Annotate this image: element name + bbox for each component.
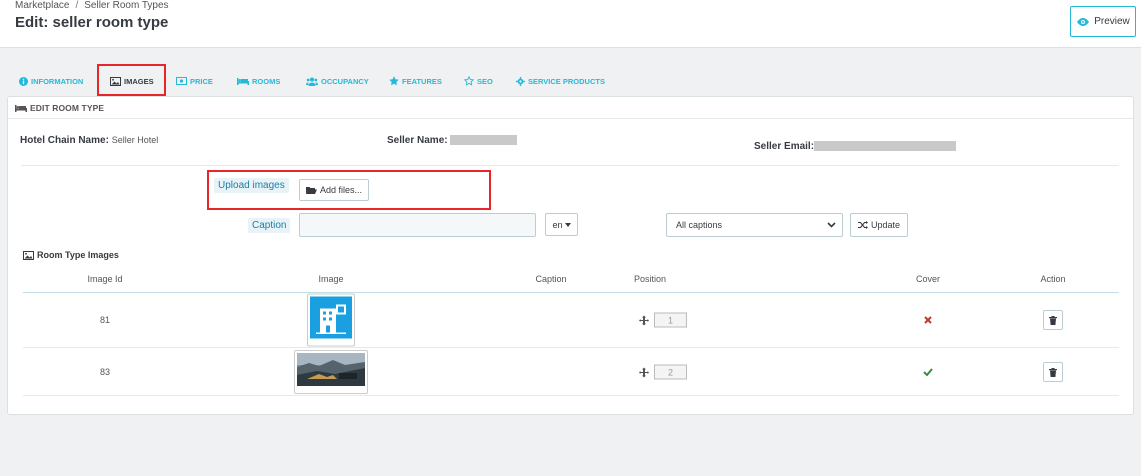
hotel-building-icon (310, 296, 352, 339)
tab-price[interactable]: Price (176, 66, 213, 96)
update-button[interactable]: Update (850, 213, 908, 237)
seller-name-redacted (450, 135, 518, 146)
image-thumbnail[interactable] (307, 293, 355, 347)
column-header-image-id: Image Id (87, 274, 123, 284)
gear-icon (516, 76, 525, 86)
hotel-chain-label: Hotel Chain Name: (20, 135, 109, 146)
eye-icon (1077, 17, 1090, 26)
column-header-cover: Cover (915, 274, 941, 284)
landscape-photo (297, 353, 365, 386)
drag-handle-icon[interactable] (639, 315, 649, 325)
page-header: Marketplace / Seller Room Types Edit: sell… (0, 0, 1141, 48)
position-control: 1 (639, 312, 687, 328)
seller-name-info: Seller Name: (387, 135, 518, 146)
breadcrumb: Marketplace / Seller Room Types (15, 0, 169, 11)
seller-email-info: Seller Email: (754, 141, 957, 152)
divider (23, 292, 1119, 293)
bed-icon (15, 105, 27, 112)
hotel-chain-value: Seller Hotel (111, 135, 159, 145)
image-icon (23, 250, 34, 260)
caret-down-icon (564, 222, 571, 227)
column-header-action: Action (1040, 274, 1066, 284)
captions-select-value: All captions (676, 220, 723, 230)
position-control: 2 (639, 364, 687, 380)
shuffle-icon (857, 221, 868, 229)
chevron-down-icon (827, 222, 836, 228)
tab-information[interactable]: Information (19, 66, 83, 96)
caption-input[interactable] (299, 213, 536, 237)
divider (23, 395, 1119, 396)
divider (23, 347, 1119, 348)
image-thumbnail[interactable] (294, 350, 368, 394)
update-label: Update (870, 220, 901, 230)
tab-service-products[interactable]: Service Products (516, 66, 605, 96)
bed-icon (237, 78, 249, 85)
divider (8, 118, 1133, 119)
trash-icon (1049, 367, 1057, 377)
column-header-image: Image (318, 274, 344, 284)
preview-label: Preview (1094, 16, 1130, 27)
position-input[interactable]: 1 (654, 312, 687, 328)
upload-section-highlight (207, 170, 491, 210)
image-id-cell: 81 (99, 315, 111, 325)
images-tab-highlight (97, 64, 166, 96)
preview-button[interactable]: Preview (1070, 6, 1136, 37)
captions-select[interactable]: All captions (666, 213, 843, 237)
tab-occupancy[interactable]: Occupancy (306, 66, 369, 96)
column-header-position: Position (633, 274, 667, 284)
page-title: Edit: seller room type (15, 14, 169, 31)
seller-email-redacted (814, 141, 957, 152)
seller-email-label: Seller Email: (754, 141, 815, 152)
panel-title: EDIT ROOM TYPE (30, 103, 105, 113)
image-id-cell: 83 (99, 367, 111, 377)
not-cover-x-icon[interactable] (924, 316, 932, 324)
breadcrumb-item-marketplace[interactable]: Marketplace (15, 0, 69, 11)
drag-handle-icon[interactable] (639, 367, 649, 377)
breadcrumb-item-seller-room-types[interactable]: Seller Room Types (84, 0, 168, 11)
seller-name-label: Seller Name: (387, 135, 448, 146)
edit-room-type-panel: EDIT ROOM TYPE Hotel Chain Name: Seller … (7, 96, 1134, 415)
tab-seo[interactable]: SEO (464, 66, 493, 96)
star-icon (389, 76, 399, 86)
tab-features[interactable]: Features (389, 66, 442, 96)
divider (21, 165, 1119, 166)
caption-label: Caption (248, 218, 291, 233)
room-type-images-title: Room Type Images (23, 250, 119, 260)
trash-icon (1049, 315, 1057, 325)
language-value: en (552, 219, 563, 230)
column-header-caption: Caption (535, 274, 567, 284)
money-icon (176, 77, 187, 85)
users-icon (306, 77, 318, 86)
delete-image-button[interactable] (1043, 310, 1063, 330)
hotel-chain-info: Hotel Chain Name: Seller Hotel (20, 135, 158, 146)
position-input[interactable]: 2 (654, 364, 687, 380)
tab-rooms[interactable]: Rooms (237, 66, 280, 96)
star-outline-icon (464, 76, 474, 86)
cover-check-icon[interactable] (923, 368, 933, 376)
panel-header: EDIT ROOM TYPE (15, 103, 104, 113)
info-icon (19, 76, 28, 86)
language-dropdown[interactable]: en (545, 213, 578, 236)
delete-image-button[interactable] (1043, 362, 1063, 382)
